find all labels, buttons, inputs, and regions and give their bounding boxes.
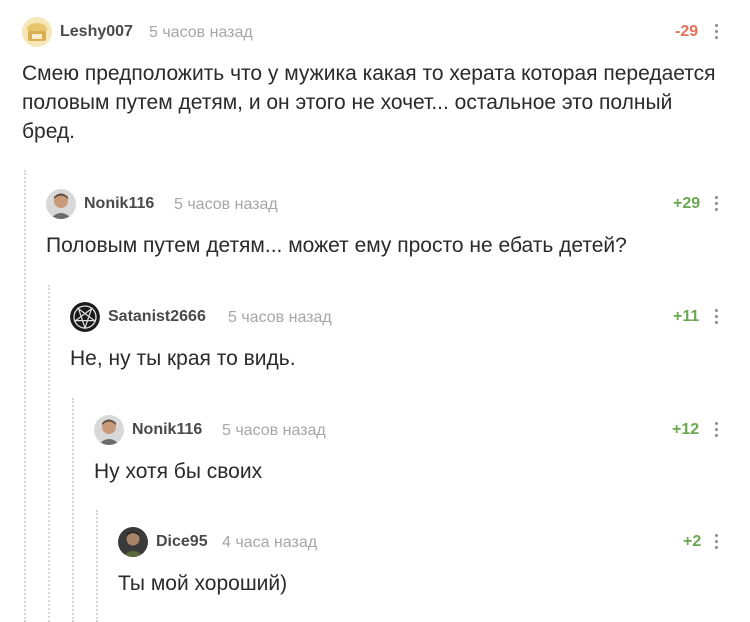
more-options-icon[interactable] — [713, 419, 719, 441]
more-options-icon[interactable] — [713, 531, 719, 553]
username[interactable]: Leshy007 — [60, 23, 133, 41]
username[interactable]: Nonik116 — [84, 195, 154, 213]
rating: +29 — [673, 195, 701, 212]
comment: Satanist2666 5 часов назад +11 Не, ну ты… — [70, 302, 722, 373]
rating: +2 — [683, 533, 702, 550]
more-options-icon[interactable] — [713, 306, 719, 328]
username[interactable]: Nonik116 — [132, 421, 202, 439]
rating: +12 — [672, 421, 700, 438]
comment-text: Не, ну ты края то видь. — [70, 347, 296, 370]
comment-header: Satanist2666 5 часов назад +11 — [70, 302, 722, 336]
timestamp: 5 часов назад — [174, 196, 278, 213]
comment-text: Ты мой хороший) — [118, 572, 288, 595]
man-avatar-icon[interactable] — [46, 189, 76, 219]
more-options-icon[interactable] — [713, 193, 719, 215]
comment: Leshy007 5 часов назад -29 Смею предполо… — [22, 17, 722, 146]
timestamp: 5 часов назад — [149, 24, 253, 41]
comment: Nonik116 5 часов назад +29 Половым путем… — [46, 189, 722, 260]
timestamp: 5 часов назад — [222, 422, 326, 439]
thread-line — [72, 398, 74, 622]
comment-header: Dice95 4 часа назад +2 — [118, 527, 722, 561]
comment-text: Смею предположить что у мужика какая то … — [22, 62, 716, 143]
timestamp: 5 часов назад — [228, 309, 332, 326]
comment-header: Nonik116 5 часов назад +29 — [46, 189, 722, 223]
more-options-icon[interactable] — [713, 21, 719, 43]
timestamp: 4 часа назад — [222, 534, 318, 551]
thread-line — [24, 170, 26, 622]
username[interactable]: Satanist2666 — [108, 308, 206, 326]
username[interactable]: Dice95 — [156, 533, 208, 551]
comment-header: Leshy007 5 часов назад -29 — [22, 17, 722, 51]
comment-header: Nonik116 5 часов назад +12 — [94, 415, 722, 449]
thread-line — [96, 510, 98, 622]
hat-avatar-icon[interactable] — [22, 17, 52, 47]
pentagram-avatar-icon[interactable] — [70, 302, 100, 332]
comment-text: Половым путем детям... может ему просто … — [46, 234, 627, 257]
comment: Nonik116 5 часов назад +12 Ну хотя бы св… — [94, 415, 722, 486]
comment-text: Ну хотя бы своих — [94, 460, 263, 483]
thread-line — [48, 285, 50, 622]
man-avatar-icon[interactable] — [94, 415, 124, 445]
person-avatar-icon[interactable] — [118, 527, 148, 557]
rating: -29 — [675, 23, 699, 40]
rating: +11 — [673, 308, 700, 325]
comment: Dice95 4 часа назад +2 Ты мой хороший) — [118, 527, 722, 598]
